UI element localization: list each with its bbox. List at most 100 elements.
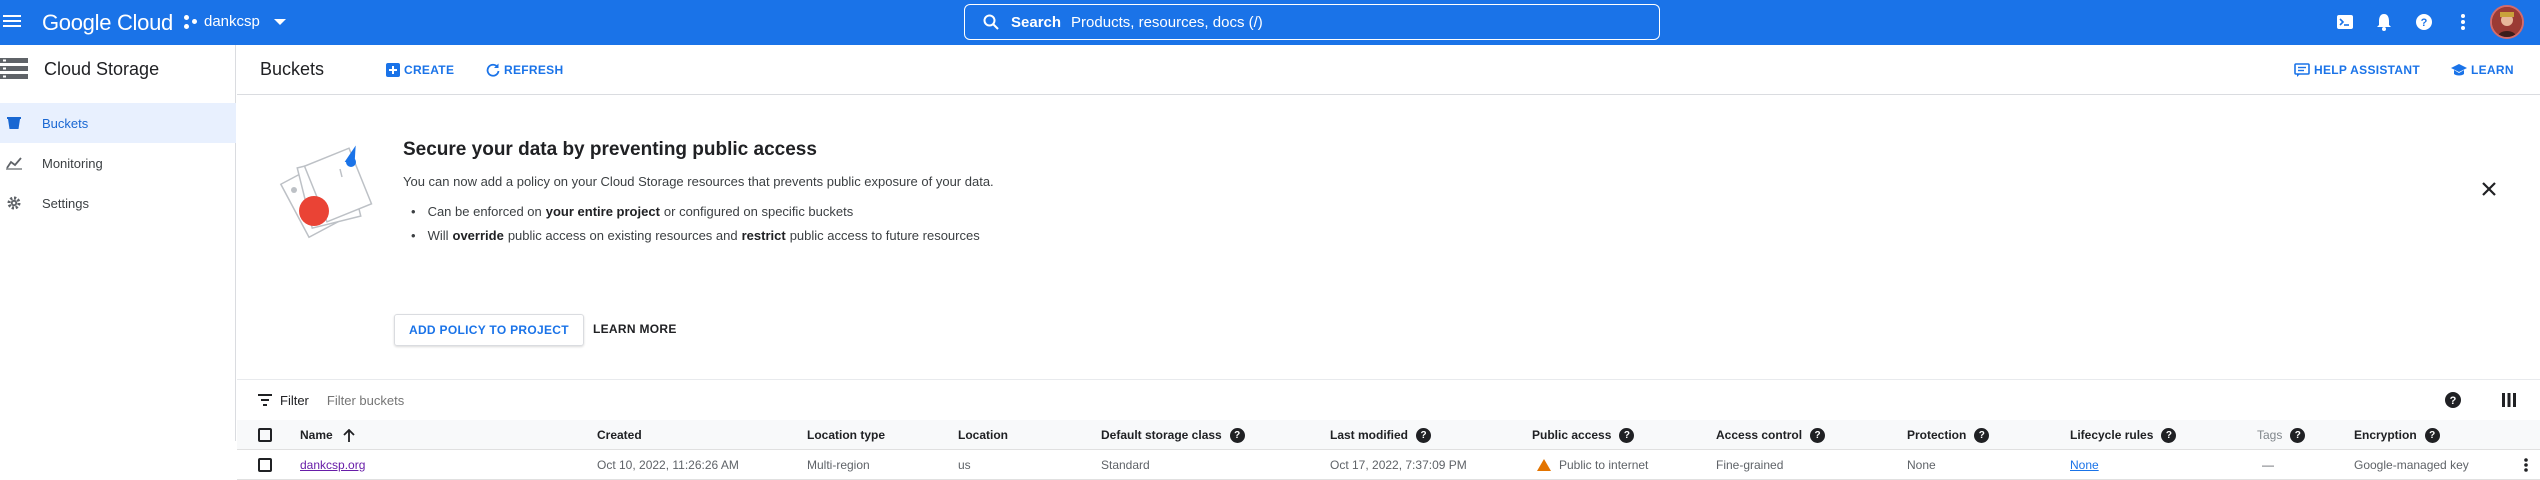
sidebar-item-monitoring[interactable]: Monitoring [0, 143, 236, 183]
row-more-icon[interactable] [2524, 450, 2528, 480]
column-header-lifecycle[interactable]: Lifecycle rules? [2070, 420, 2177, 450]
google-cloud-logo[interactable]: Google Cloud [42, 10, 173, 36]
svg-text:?: ? [2421, 17, 2428, 29]
school-icon [2451, 64, 2467, 76]
search-label: Search [1011, 13, 1062, 31]
help-icon[interactable]: ? [1974, 427, 1990, 443]
column-header-location[interactable]: Location [958, 420, 1008, 450]
svg-text:?: ? [2450, 395, 2457, 407]
help-icon[interactable]: ? [1810, 427, 1826, 443]
help-icon[interactable]: ? [2424, 427, 2440, 443]
bullet-bold: override [452, 227, 504, 243]
cell-last-modified: Oct 17, 2022, 7:37:09 PM [1330, 458, 1467, 472]
create-label: CREATE [404, 63, 455, 77]
column-header-location-type[interactable]: Location type [807, 420, 885, 450]
learn-button[interactable]: LEARN [2451, 63, 2514, 77]
column-header-last-modified[interactable]: Last modified? [1330, 420, 1432, 450]
arrow-up-icon [343, 428, 355, 442]
help-assistant-button[interactable]: HELP ASSISTANT [2294, 63, 2420, 77]
project-name: dankcsp [204, 13, 260, 30]
column-header-name[interactable]: Name [300, 420, 355, 450]
refresh-label: REFRESH [504, 63, 564, 77]
more-vert-icon[interactable] [2452, 11, 2474, 33]
sidebar-item-label: Monitoring [42, 155, 103, 171]
main-content: Buckets CREATE REFRESH HELP ASSISTANT LE… [237, 45, 2540, 480]
sidebar: Cloud Storage Buckets Monitoring Setting… [0, 45, 236, 441]
chat-icon [2294, 63, 2310, 77]
banner-text: You can now add a policy on your Cloud S… [403, 174, 994, 189]
column-header-tags[interactable]: Tags? [2257, 420, 2306, 450]
sidebar-header: Cloud Storage [0, 57, 159, 81]
help-icon[interactable]: ? [2290, 427, 2306, 443]
column-label: Default storage class [1101, 428, 1222, 442]
project-picker[interactable]: dankcsp [184, 13, 286, 30]
bucket-name-link[interactable]: dankcsp.org [300, 450, 365, 480]
banner-title: Secure your data by preventing public ac… [403, 139, 817, 160]
column-label: Tags [2257, 428, 2283, 442]
bullet-text: public access on existing resources and [507, 227, 738, 243]
project-icon [184, 14, 198, 29]
avatar[interactable] [2490, 5, 2524, 39]
column-header-storage-class[interactable]: Default storage class? [1101, 420, 1245, 450]
column-label: Encryption [2354, 428, 2417, 442]
row-checkbox[interactable] [258, 450, 272, 480]
chart-icon [6, 155, 22, 171]
bullet-text: or configured on specific buckets [663, 203, 854, 219]
table-row: dankcsp.org Oct 10, 2022, 11:26:26 AM Mu… [237, 450, 2540, 480]
lifecycle-link[interactable]: None [2070, 458, 2099, 472]
create-button[interactable]: CREATE [386, 63, 454, 77]
chevron-down-icon [273, 18, 286, 25]
help-icon[interactable]: ? [2161, 427, 2177, 443]
cell-protection: None [1907, 458, 1936, 472]
column-header-encryption[interactable]: Encryption? [2354, 420, 2440, 450]
banner-bullet: Can be enforced on your entire project o… [403, 199, 980, 223]
column-label: Access control [1716, 428, 1803, 442]
search-box[interactable]: Search Products, resources, docs (/) [964, 4, 1660, 40]
close-icon[interactable] [2479, 179, 2499, 199]
public-access-text: Public to internet [1559, 458, 1649, 472]
filter-input[interactable] [326, 392, 527, 408]
help-icon[interactable]: ? [2445, 392, 2461, 408]
column-header-access-control[interactable]: Access control? [1716, 420, 1826, 450]
menu-icon[interactable] [0, 12, 24, 32]
select-all-checkbox[interactable] [258, 420, 272, 450]
help-icon[interactable]: ? [1416, 427, 1432, 443]
cell-tags: — [2262, 458, 2274, 472]
storage-icon [0, 58, 28, 79]
column-header-public-access[interactable]: Public access? [1532, 420, 1635, 450]
column-label: Lifecycle rules [2070, 428, 2154, 442]
cell-location: us [958, 458, 971, 472]
bucket-name[interactable]: dankcsp.org [300, 458, 365, 472]
security-illustration [279, 145, 373, 239]
refresh-button[interactable]: REFRESH [486, 63, 563, 77]
bullet-text: Can be enforced on [427, 203, 542, 219]
column-header-protection[interactable]: Protection? [1907, 420, 1990, 450]
cell-created: Oct 10, 2022, 11:26:26 AM [597, 458, 739, 472]
search-icon [983, 14, 999, 30]
public-access-banner: Secure your data by preventing public ac… [237, 95, 2540, 380]
table-header: Name Created Location type Location Defa… [237, 420, 2540, 450]
help-icon[interactable]: ? [1229, 427, 1245, 443]
learn-label: LEARN [2471, 63, 2514, 77]
banner-bullet: Will override public access on existing … [403, 223, 980, 247]
add-policy-button[interactable]: ADD POLICY TO PROJECT [394, 314, 584, 346]
cell-public-access: Public to internet [1537, 450, 1648, 480]
cloud-shell-icon[interactable] [2334, 11, 2356, 33]
add-box-icon [386, 63, 400, 77]
column-header-created[interactable]: Created [597, 420, 642, 450]
filter-bar: Filter ? [237, 380, 2540, 420]
learn-more-button[interactable]: LEARN MORE [593, 322, 677, 336]
column-display-icon[interactable] [2502, 393, 2516, 407]
bullet-text: public access to future resources [789, 227, 980, 243]
sidebar-item-label: Buckets [42, 115, 89, 131]
help-icon[interactable]: ? [2413, 11, 2435, 33]
notifications-icon[interactable] [2373, 11, 2395, 33]
sidebar-item-buckets[interactable]: Buckets [0, 103, 236, 143]
page-title: Buckets [260, 59, 325, 79]
help-icon[interactable]: ? [1619, 427, 1635, 443]
cell-lifecycle[interactable]: None [2070, 450, 2099, 480]
page-header: Buckets CREATE REFRESH HELP ASSISTANT LE… [237, 45, 2540, 95]
sidebar-item-settings[interactable]: Settings [0, 183, 236, 223]
gear-icon [6, 195, 22, 211]
cell-storage-class: Standard [1101, 458, 1150, 472]
